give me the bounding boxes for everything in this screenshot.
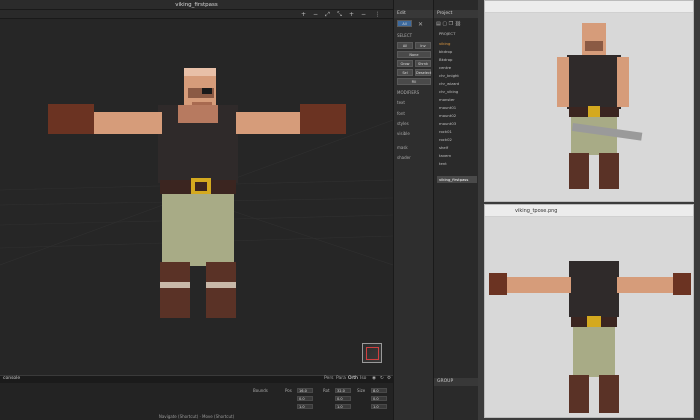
- section-select[interactable]: SELECT: [397, 33, 412, 38]
- project-item[interactable]: chr_wizard: [437, 80, 477, 87]
- grow-button[interactable]: Grow: [397, 60, 413, 67]
- project-item[interactable]: shelf: [437, 144, 477, 151]
- prop-value[interactable]: 8.0: [371, 388, 387, 393]
- view-cube-gizmo[interactable]: [362, 343, 382, 363]
- project-item[interactable]: viking: [437, 40, 477, 47]
- refresh-icon[interactable]: ↻: [380, 376, 384, 381]
- select-none-button[interactable]: None: [397, 51, 431, 58]
- view-mode-para[interactable]: Para: [336, 376, 346, 381]
- scene-canvas[interactable]: [0, 19, 393, 375]
- prop-value[interactable]: 1.0: [335, 404, 351, 409]
- prop-value[interactable]: 32.0: [335, 388, 351, 393]
- project-item[interactable]: mount02: [437, 112, 477, 119]
- link-icon[interactable]: ⛓: [455, 21, 461, 27]
- project-item[interactable]: mount01: [437, 104, 477, 111]
- prop-label-size: Size: [357, 388, 366, 393]
- viewer-titlebar: [485, 1, 693, 13]
- app-window: viking_firstpass + − ⤢ ⤡ + − ⋮ console P…: [0, 0, 700, 420]
- image-viewer-top[interactable]: [484, 0, 694, 202]
- project-item[interactable]: tavern: [437, 152, 477, 159]
- project-item-selected[interactable]: viking_firstpass: [437, 176, 477, 183]
- project-item[interactable]: bkdrop: [437, 48, 477, 55]
- shrink-button[interactable]: Shrnk: [415, 60, 431, 67]
- status-bar: Navigate (Shortcut) · Move (Shortcut): [158, 414, 235, 419]
- group-header: GROUP: [434, 378, 479, 386]
- prop-label-pos: Pos: [285, 388, 292, 393]
- sprite-preview-idle: [485, 13, 693, 201]
- duplicate-icon[interactable]: ❐: [449, 21, 453, 27]
- project-item[interactable]: rock01: [437, 128, 477, 135]
- view-mode-pers[interactable]: Pers: [324, 376, 334, 381]
- viewer-title: viking_tpose.png: [515, 208, 558, 214]
- console-input[interactable]: console: [3, 376, 321, 382]
- menu-icon[interactable]: ⋮: [374, 11, 381, 18]
- remove-layer-icon[interactable]: −: [360, 11, 367, 18]
- prop-value[interactable]: 0.0: [371, 396, 387, 401]
- view-mode-orth[interactable]: Orth: [348, 376, 358, 381]
- project-header: Project: [434, 10, 479, 18]
- edit-header: Edit: [394, 10, 434, 18]
- folder-icon[interactable]: ▤: [436, 21, 441, 27]
- project-item[interactable]: chr_viking: [437, 88, 477, 95]
- section-mask[interactable]: mask: [397, 145, 408, 150]
- prop-value[interactable]: 0.0: [297, 396, 313, 401]
- project-item[interactable]: rock02: [437, 136, 477, 143]
- add-icon[interactable]: +: [300, 11, 307, 18]
- sprite-preview-tpose: [485, 217, 693, 417]
- view-cube-face[interactable]: [366, 347, 379, 360]
- prop-value[interactable]: 0.0: [335, 396, 351, 401]
- new-file-icon[interactable]: ▢: [442, 21, 447, 27]
- camera-icon[interactable]: ◉: [372, 376, 376, 381]
- fill-button[interactable]: Fill: [397, 78, 431, 85]
- settings-icon[interactable]: ⚙: [387, 376, 391, 381]
- project-item[interactable]: tent: [437, 160, 477, 167]
- viewport-title: viking_firstpass: [0, 0, 393, 10]
- deselect-button[interactable]: Deselect: [415, 69, 431, 76]
- section-styles[interactable]: styles: [397, 121, 409, 126]
- project-panel: Project ▤ ▢ ❐ ⛓ PROJECT viking bkdrop Bk…: [433, 0, 479, 420]
- prop-label-bounds: Bounds: [253, 388, 268, 393]
- prop-value[interactable]: 16.0: [297, 388, 313, 393]
- 3d-viewport[interactable]: viking_firstpass + − ⤢ ⤡ + − ⋮: [0, 0, 393, 375]
- select-invert-button[interactable]: Inv: [415, 42, 431, 49]
- collapse-icon[interactable]: ⤡: [336, 11, 343, 18]
- minus-icon[interactable]: −: [312, 11, 319, 18]
- select-all-button[interactable]: All: [397, 42, 413, 49]
- image-viewer-bottom[interactable]: viking_tpose.png: [484, 204, 694, 418]
- section-visible[interactable]: visible: [397, 131, 410, 136]
- view-mode-iso[interactable]: Iso: [360, 376, 366, 381]
- close-icon[interactable]: ✕: [418, 21, 423, 28]
- project-toolbar: ▤ ▢ ❐ ⛓: [436, 21, 461, 27]
- viewer-titlebar: viking_tpose.png: [485, 205, 693, 217]
- tab-all[interactable]: All: [397, 20, 412, 27]
- image-viewers: viking_tpose.png: [478, 0, 700, 420]
- section-modifiers[interactable]: MODIFIERS: [397, 90, 419, 95]
- project-item[interactable]: chr_knight: [437, 72, 477, 79]
- project-item[interactable]: mount03: [437, 120, 477, 127]
- project-item[interactable]: centre: [437, 64, 477, 71]
- prop-value[interactable]: 1.0: [297, 404, 313, 409]
- prop-label-rot: Rot: [323, 388, 330, 393]
- section-font[interactable]: font: [397, 111, 405, 116]
- viking-model[interactable]: [48, 68, 346, 318]
- project-item[interactable]: Bkdrop: [437, 56, 477, 63]
- prop-value[interactable]: 1.0: [371, 404, 387, 409]
- expand-icon[interactable]: ⤢: [324, 11, 331, 18]
- add-layer-icon[interactable]: +: [348, 11, 355, 18]
- edit-panel: Edit All ✕ SELECT All Inv None Grow Shrn…: [393, 0, 434, 420]
- viewport-toolbar: + − ⤢ ⤡ + − ⋮: [0, 10, 393, 19]
- section-project[interactable]: PROJECT: [437, 30, 477, 37]
- section-text[interactable]: text: [397, 100, 405, 105]
- section-shader[interactable]: shader: [397, 155, 411, 160]
- sel-button[interactable]: Sel: [397, 69, 413, 76]
- project-item[interactable]: monster: [437, 96, 477, 103]
